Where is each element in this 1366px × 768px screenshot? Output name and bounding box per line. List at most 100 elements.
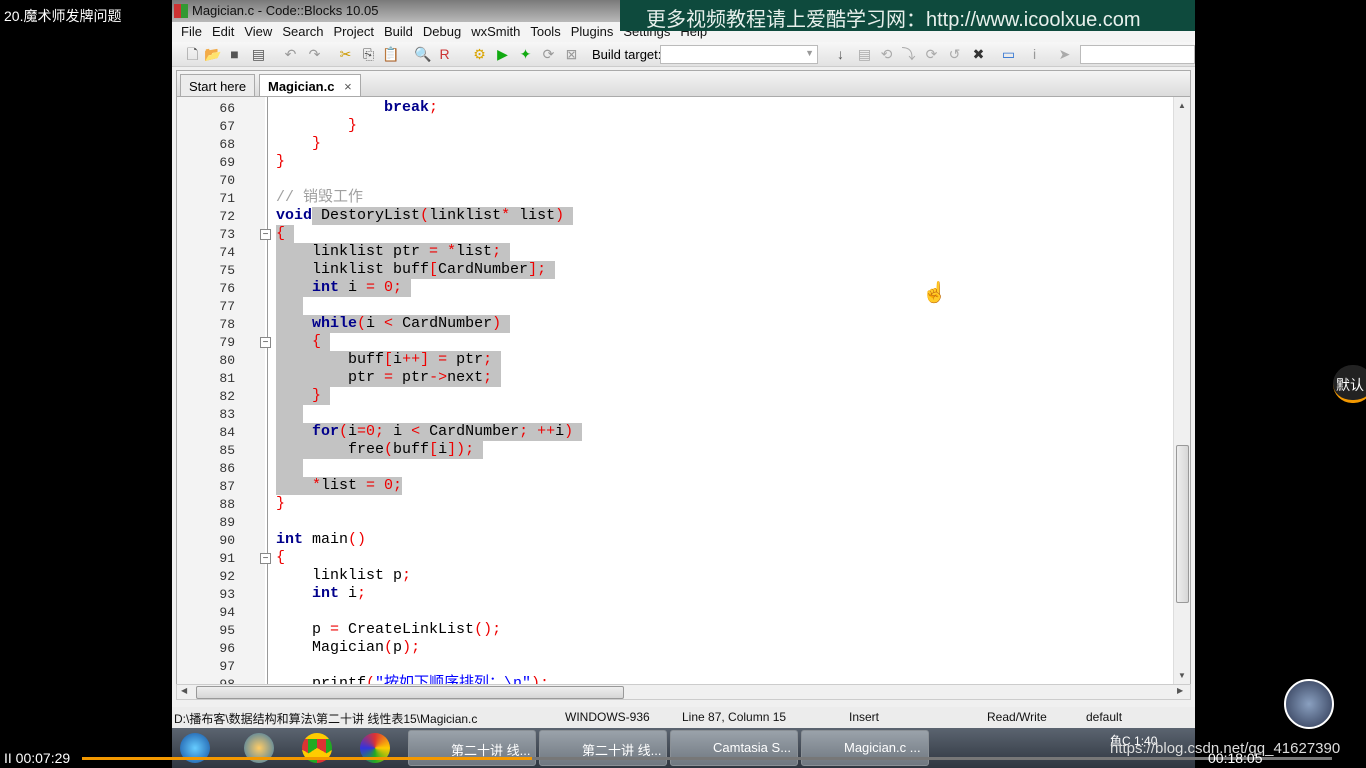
code-line[interactable]: } xyxy=(276,117,357,135)
scroll-right-icon[interactable]: ▶ xyxy=(1177,686,1183,695)
code-line[interactable]: { xyxy=(276,549,285,567)
code-line[interactable]: void DestoryList(linklist* list) xyxy=(276,207,564,225)
line-number: 87 xyxy=(219,479,235,494)
code-line[interactable]: p = CreateLinkList(); xyxy=(276,621,501,639)
taskbar-powerpoint[interactable]: 第二十讲 线... xyxy=(539,730,667,766)
tag-icon[interactable]: ➤ xyxy=(1056,46,1073,63)
save-icon[interactable]: ■ xyxy=(226,46,243,63)
debug-icon[interactable]: ↓ xyxy=(832,46,849,63)
code-token: () xyxy=(348,531,367,548)
tab-magician-c[interactable]: Magician.c × xyxy=(259,74,361,97)
code-line[interactable]: buff[i++] = ptr; xyxy=(276,351,492,369)
stop-debug-icon[interactable]: ✖ xyxy=(970,46,987,63)
code-line[interactable]: } xyxy=(276,387,321,405)
fold-toggle-icon[interactable]: − xyxy=(260,229,271,240)
code-line[interactable]: for(i=0; i < CardNumber; ++i) xyxy=(276,423,573,441)
run-to-cursor-icon[interactable]: ▤ xyxy=(856,46,873,63)
build-icon[interactable]: ⚙ xyxy=(471,46,488,63)
code-token: * xyxy=(501,207,511,224)
code-line[interactable]: { xyxy=(276,225,285,243)
taskbar-folder[interactable]: 第二十讲 线... xyxy=(408,730,536,766)
step-out-icon[interactable]: ⟳ xyxy=(923,46,940,63)
replace-icon[interactable]: R xyxy=(436,46,453,63)
close-tab-icon[interactable]: × xyxy=(344,79,352,94)
code-token: list xyxy=(510,207,556,224)
pause-icon[interactable]: II xyxy=(4,750,12,766)
cut-icon[interactable]: ✂ xyxy=(337,46,354,63)
scroll-down-icon[interactable]: ▼ xyxy=(1178,671,1186,680)
rebuild-icon[interactable]: ⟳ xyxy=(540,46,557,63)
code-line[interactable]: int i; xyxy=(276,585,366,603)
code-token: ) xyxy=(492,315,502,332)
debug-windows-icon[interactable]: ▭ xyxy=(1000,46,1017,63)
code-line[interactable]: ptr = ptr->next; xyxy=(276,369,492,387)
build-run-icon[interactable]: ✦ xyxy=(517,46,534,63)
code-token: i xyxy=(339,585,358,602)
horizontal-scrollbar[interactable]: ◀ ▶ xyxy=(176,684,1191,700)
undo-icon[interactable]: ↶ xyxy=(282,46,299,63)
status-position: Line 87, Column 15 xyxy=(682,710,787,724)
code-token: next xyxy=(447,369,484,386)
scroll-left-icon[interactable]: ◀ xyxy=(181,686,187,695)
menu-edit[interactable]: Edit xyxy=(207,22,239,42)
quality-default-button[interactable]: 默认 xyxy=(1333,365,1366,403)
code-line[interactable]: while(i < CardNumber) xyxy=(276,315,501,333)
horizontal-scroll-thumb[interactable] xyxy=(196,686,624,699)
code-line[interactable]: } xyxy=(276,153,285,171)
menu-search[interactable]: Search xyxy=(277,22,328,42)
code-token: linklist ptr xyxy=(276,243,430,260)
next-line-icon[interactable]: ⟲ xyxy=(878,46,895,63)
new-file-icon[interactable]: 🗋 xyxy=(184,46,201,63)
line-number: 76 xyxy=(219,281,235,296)
menu-wxsmith[interactable]: wxSmith xyxy=(466,22,525,42)
taskbar-codeblocks[interactable]: Magician.c ... xyxy=(801,730,929,766)
line-number: 97 xyxy=(219,659,235,674)
code-editor[interactable]: 66 break; 67 } 68 } 69} 70 71 // 销毁工作 72 void De… xyxy=(176,96,1191,685)
code-search-input[interactable] xyxy=(1080,45,1195,64)
copy-icon[interactable]: ⎘ xyxy=(360,46,377,63)
step-into-icon[interactable]: ⤵ xyxy=(900,46,917,63)
tab-start-here[interactable]: Start here xyxy=(180,74,256,97)
code-line[interactable]: linklist ptr = *list; xyxy=(276,243,501,261)
code-line[interactable]: break; xyxy=(276,99,438,117)
code-token: CardNumber xyxy=(393,315,493,332)
code-line[interactable]: linklist p; xyxy=(276,567,411,585)
save-all-icon[interactable]: ▤ xyxy=(250,46,267,63)
code-token: free xyxy=(276,441,385,458)
fold-toggle-icon[interactable]: − xyxy=(260,553,271,564)
vertical-scrollbar[interactable]: ▲ ▼ xyxy=(1173,97,1190,684)
menu-build[interactable]: Build xyxy=(379,22,418,42)
fold-toggle-icon[interactable]: − xyxy=(260,337,271,348)
code-line[interactable]: *list = 0; xyxy=(276,477,402,495)
fold-margin xyxy=(267,97,268,684)
video-progress-bar[interactable] xyxy=(82,757,1332,760)
redo-icon[interactable]: ↷ xyxy=(306,46,323,63)
elapsed-time-text: 00:07:29 xyxy=(15,750,71,766)
code-line[interactable]: { xyxy=(276,333,321,351)
menu-debug[interactable]: Debug xyxy=(418,22,466,42)
menu-project[interactable]: Project xyxy=(329,22,379,42)
build-target-select[interactable]: ▼ xyxy=(660,45,818,64)
menu-view[interactable]: View xyxy=(239,22,277,42)
abort-icon[interactable]: ⊠ xyxy=(563,46,580,63)
menu-tools[interactable]: Tools xyxy=(525,22,565,42)
run-icon[interactable]: ▶ xyxy=(494,46,511,63)
code-line[interactable]: free(buff[i]); xyxy=(276,441,474,459)
scroll-up-icon[interactable]: ▲ xyxy=(1178,101,1186,110)
code-line[interactable]: Magician(p); xyxy=(276,639,420,657)
paste-icon[interactable]: 📋 xyxy=(382,46,399,63)
menu-plugins[interactable]: Plugins xyxy=(566,22,619,42)
open-icon[interactable]: 📂 xyxy=(204,46,221,63)
info-icon[interactable]: i xyxy=(1026,46,1043,63)
code-line[interactable]: } xyxy=(276,135,321,153)
code-line[interactable]: linklist buff[CardNumber]; xyxy=(276,261,546,279)
vertical-scroll-thumb[interactable] xyxy=(1176,445,1189,603)
find-icon[interactable]: 🔍 xyxy=(414,46,431,63)
code-line[interactable]: int main() xyxy=(276,531,366,549)
code-line[interactable]: int i = 0; xyxy=(276,279,402,297)
next-instruction-icon[interactable]: ↺ xyxy=(946,46,963,63)
taskbar-camtasia[interactable]: Camtasia S... xyxy=(670,730,798,766)
menu-file[interactable]: File xyxy=(176,22,207,42)
code-line[interactable]: // 销毁工作 xyxy=(276,189,363,207)
code-line[interactable]: } xyxy=(276,495,285,513)
